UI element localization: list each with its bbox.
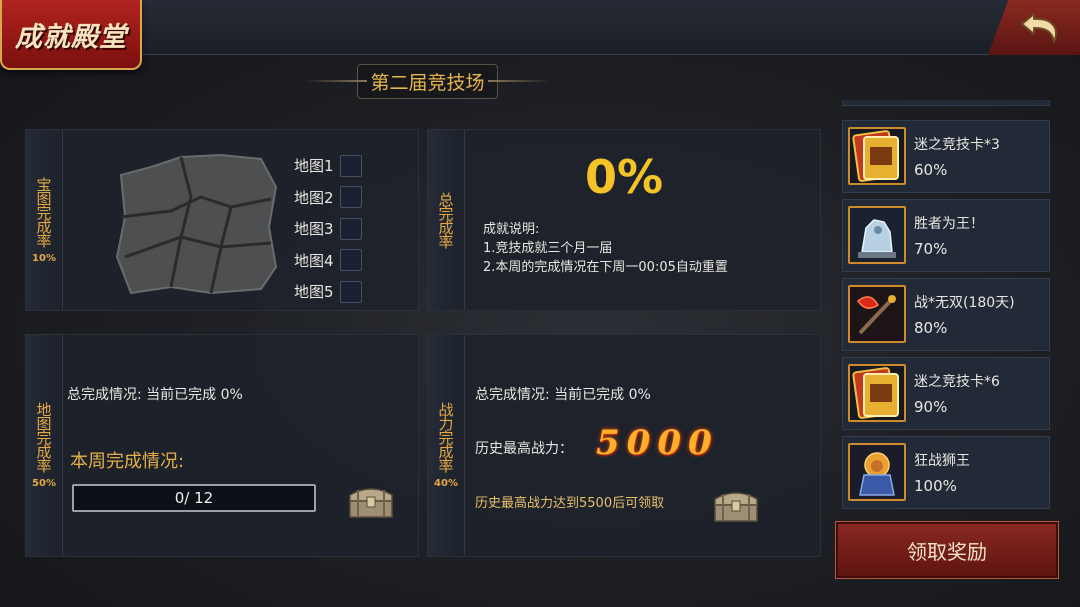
map-item[interactable]: 地图5 [294, 276, 362, 308]
map-checklist: 地图1 地图2 地图3 地图4 地图5 [294, 150, 362, 308]
map-item[interactable]: 地图4 [294, 245, 362, 277]
achievement-description: 成就说明: 1.竞技成就三个月一届 2.本周的完成情况在下周一00:05自动重置 [483, 220, 728, 277]
arena-title-box: 第二届竞技场 [357, 63, 498, 99]
treasure-map-side-label: 宝图完成率 10% [26, 130, 63, 310]
card-pack-icon [848, 364, 906, 422]
map-item-label: 地图2 [294, 188, 334, 207]
claim-reward-label: 领取奖励 [907, 539, 987, 564]
map-item-label: 地图5 [294, 283, 334, 302]
reward-percent: 100% [914, 477, 957, 495]
reward-percent: 70% [914, 240, 948, 258]
reward-item[interactable]: 狂战狮王 100% [842, 436, 1050, 509]
title-ornament-left [305, 80, 367, 82]
reward-item-partial [842, 100, 1050, 106]
card-pack-icon [848, 127, 906, 185]
reward-item[interactable]: 胜者为王！ 70% [842, 199, 1050, 272]
top-bar [0, 0, 1080, 55]
weekly-progress-text: 0/ 12 [174, 489, 214, 507]
map-completion-panel: 地图完成率 50% 总完成情况: 当前已完成 0% 本周完成情况: 0/ 12 [25, 334, 419, 557]
claim-reward-button[interactable]: 领取奖励 [835, 521, 1059, 579]
total-completion-percent: 0% [584, 150, 664, 204]
reward-name: 胜者为王！ [914, 216, 984, 232]
power-completion-side-label: 战力完成率 40% [428, 335, 465, 556]
highest-power-label: 历史最高战力： [475, 441, 573, 457]
treasure-map-panel: 宝图完成率 10% 地图1 地图2 地图3 地图4 地图5 [25, 129, 419, 311]
battle-axe-icon [848, 285, 906, 343]
description-line-1: 1.竞技成就三个月一届 [483, 241, 613, 256]
treasure-chest-icon[interactable] [346, 481, 396, 519]
map-checkbox[interactable] [340, 154, 362, 177]
highest-power-value: 5000 [596, 423, 719, 463]
map-checkbox[interactable] [340, 280, 362, 303]
title-ornament-right [488, 80, 550, 82]
weekly-status-title: 本周完成情况: [70, 451, 185, 472]
map-item[interactable]: 地图3 [294, 213, 362, 245]
treasure-map-label: 宝图完成率 [34, 176, 53, 247]
reward-name: 战*无双(180天) [914, 295, 1015, 311]
lion-king-icon [848, 443, 906, 501]
map-checkbox[interactable] [340, 249, 362, 272]
reward-percent: 60% [914, 161, 948, 179]
power-completion-panel: 战力完成率 40% 总完成情况: 当前已完成 0% 历史最高战力： 5000 历… [427, 334, 821, 557]
description-title: 成就说明: [483, 222, 540, 237]
reward-percent: 80% [914, 319, 948, 337]
reward-name: 迷之竞技卡*6 [914, 374, 1000, 390]
map-item-label: 地图3 [294, 220, 334, 239]
total-completion-panel: 总完成率 0% 成就说明: 1.竞技成就三个月一届 2.本周的完成情况在下周一0… [427, 129, 821, 311]
reward-name: 狂战狮王 [914, 453, 970, 469]
power-total-status: 总完成情况: 当前已完成 0% [475, 387, 651, 403]
arena-title-text: 第二届竞技场 [370, 71, 485, 94]
map-completion-percent: 50% [32, 478, 56, 489]
back-arrow-icon [1021, 12, 1057, 43]
reward-percent: 90% [914, 398, 948, 416]
map-checkbox[interactable] [340, 186, 362, 209]
map-completion-label: 地图完成率 [34, 402, 53, 472]
power-completion-label: 战力完成率 [436, 402, 455, 472]
arena-title: 第二届竞技场 [305, 63, 550, 99]
reward-list[interactable]: 迷之竞技卡*3 60% 胜者为王！ 70% 战*无双(180天) 80% 迷之竞… [836, 100, 1056, 510]
map-checkbox[interactable] [340, 217, 362, 240]
reward-item[interactable]: 迷之竞技卡*6 90% [842, 357, 1050, 430]
description-line-2: 2.本周的完成情况在下周一00:05自动重置 [483, 260, 728, 275]
weekly-progress-bar: 0/ 12 [72, 484, 316, 512]
map-item[interactable]: 地图2 [294, 182, 362, 214]
treasure-map-percent: 10% [32, 252, 56, 264]
power-completion-percent: 40% [434, 478, 458, 489]
reward-item[interactable]: 迷之竞技卡*3 60% [842, 120, 1050, 193]
reward-name: 迷之竞技卡*3 [914, 137, 1000, 153]
reward-item[interactable]: 战*无双(180天) 80% [842, 278, 1050, 351]
map-item[interactable]: 地图1 [294, 150, 362, 182]
wolf-statue-icon [848, 206, 906, 264]
map-completion-side-label: 地图完成率 50% [26, 335, 63, 556]
treasure-chest-icon[interactable] [711, 485, 761, 523]
page-header-title: 成就殿堂 [15, 21, 127, 53]
map-total-status: 总完成情况: 当前已完成 0% [67, 387, 243, 403]
map-item-label: 地图4 [294, 251, 334, 270]
title-badge: 成就殿堂 [0, 0, 142, 70]
treasure-map-icon [115, 153, 278, 295]
power-claim-note: 历史最高战力达到5500后可领取 [475, 496, 665, 511]
map-item-label: 地图1 [294, 157, 334, 176]
